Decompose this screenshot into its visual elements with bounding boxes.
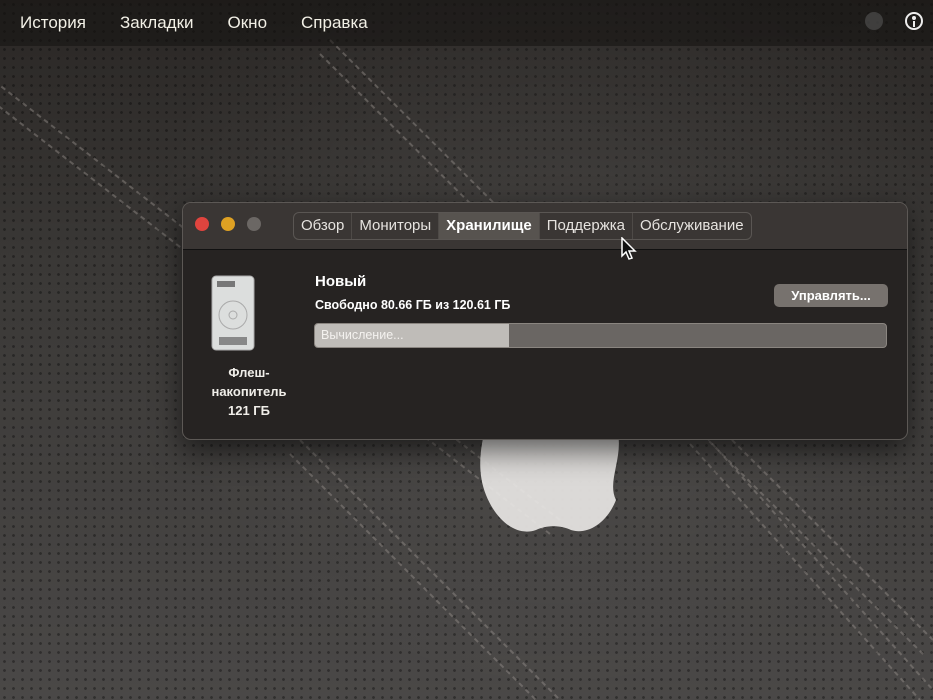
tab-overview[interactable]: Обзор: [294, 213, 353, 239]
tab-displays[interactable]: Мониторы: [352, 213, 440, 239]
title-bar: Обзор Мониторы Хранилище Поддержка Обслу…: [183, 203, 907, 250]
globe-icon[interactable]: [865, 12, 883, 30]
disk-size: 121 ГБ: [227, 403, 270, 418]
about-this-mac-window: Обзор Мониторы Хранилище Поддержка Обслу…: [182, 202, 908, 440]
mouse-cursor-icon: [621, 237, 637, 260]
disk-label: Флеш- накопитель 121 ГБ: [197, 363, 301, 420]
disk-label-line: накопитель: [211, 384, 287, 399]
minimize-button[interactable]: [221, 217, 235, 231]
menu-history[interactable]: История: [20, 13, 86, 33]
accessibility-icon[interactable]: [905, 12, 923, 30]
tab-bar: Обзор Мониторы Хранилище Поддержка Обслу…: [293, 212, 752, 240]
hard-drive-icon: [211, 275, 255, 351]
calculating-text: Вычисление...: [321, 328, 404, 342]
menu-help[interactable]: Справка: [301, 13, 368, 33]
tab-support[interactable]: Поддержка: [540, 213, 633, 239]
volume-name: Новый: [315, 273, 367, 290]
tab-storage[interactable]: Хранилище: [439, 213, 540, 239]
storage-usage-bar: Вычисление...: [314, 323, 887, 348]
apple-logo-icon: [480, 425, 619, 532]
manage-button[interactable]: Управлять...: [774, 284, 888, 307]
zoom-button: [247, 217, 261, 231]
menu-window[interactable]: Окно: [228, 13, 268, 33]
tab-service[interactable]: Обслуживание: [633, 213, 751, 239]
menu-bookmarks[interactable]: Закладки: [120, 13, 194, 33]
menu-bar: История Закладки Окно Справка: [0, 0, 933, 46]
close-button[interactable]: [195, 217, 209, 231]
volume-free-space: Свободно 80.66 ГБ из 120.61 ГБ: [315, 298, 511, 312]
disk-label-line: Флеш-: [228, 365, 270, 380]
